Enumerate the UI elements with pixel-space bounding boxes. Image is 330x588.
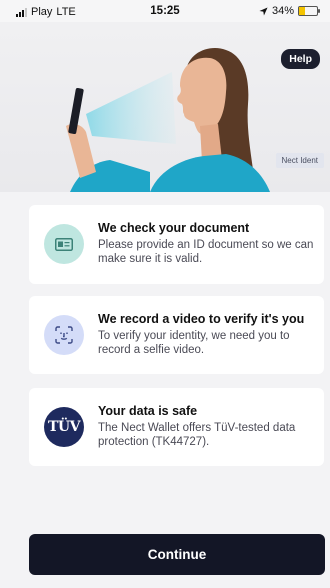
card-text: To verify your identity, we need you to … — [98, 330, 290, 356]
tuv-logo: TÜV — [44, 407, 84, 447]
card-title: Your data is safe — [98, 404, 198, 418]
brand-tag: Nect Ident — [275, 153, 324, 168]
card-title: We check your document — [98, 221, 250, 235]
battery-icon — [298, 6, 320, 16]
status-bar: Play LTE 15:25 34% — [0, 0, 330, 22]
continue-button[interactable]: Continue — [29, 534, 325, 575]
face-scan-icon — [44, 315, 84, 355]
info-card-video: We record a video to verify it's you To … — [29, 296, 324, 374]
card-title: We record a video to verify it's you — [98, 312, 305, 326]
id-card-icon — [44, 224, 84, 264]
battery-info: 34% — [259, 5, 320, 17]
hero-illustration: Help Nect Ident — [0, 22, 330, 192]
info-card-document: We check your document Please provide an… — [29, 205, 324, 284]
tuv-logo-text: TÜV — [48, 419, 81, 435]
help-button[interactable]: Help — [281, 49, 320, 69]
location-arrow-icon — [259, 6, 268, 16]
card-text: The Nect Wallet offers TüV-tested data p… — [98, 422, 296, 448]
info-card-data-safe: TÜV Your data is safe The Nect Wallet of… — [29, 388, 324, 466]
card-text: Please provide an ID document so we can … — [98, 239, 314, 265]
battery-percent: 34% — [271, 5, 294, 17]
